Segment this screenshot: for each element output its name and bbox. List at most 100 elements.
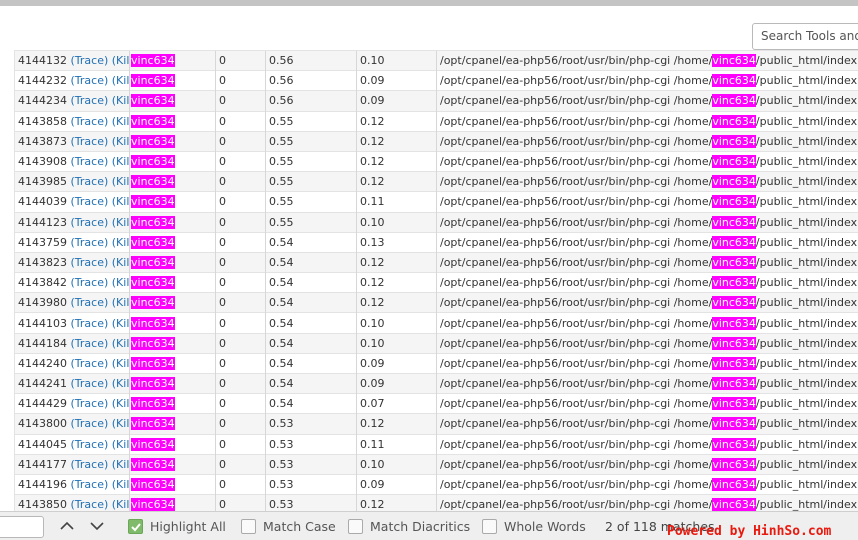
nice-cell: 0 <box>215 70 266 91</box>
trace-link[interactable]: (Trace) <box>71 417 109 430</box>
kill-link[interactable]: (Kill) <box>112 337 130 350</box>
kill-link[interactable]: (Kill) <box>112 74 130 87</box>
command-user-highlight: vinc634 <box>712 457 756 471</box>
trace-link[interactable]: (Trace) <box>71 236 109 249</box>
table-row: 4144232 (Trace) (Kill)vinc63400.560.09/o… <box>14 70 858 91</box>
pid-cell: 4144177 (Trace) (Kill) <box>14 453 130 475</box>
command-user-highlight: vinc634 <box>712 114 756 128</box>
kill-link[interactable]: (Kill) <box>112 195 130 208</box>
kill-link[interactable]: (Kill) <box>112 296 130 309</box>
trace-link[interactable]: (Trace) <box>71 498 109 511</box>
trace-link[interactable]: (Trace) <box>71 74 109 87</box>
cpu-cell: 0.55 <box>265 171 357 192</box>
command-user-highlight: vinc634 <box>712 94 756 108</box>
pid-cell: 4144045 (Trace) (Kill) <box>14 433 130 455</box>
owner-highlight: vinc634 <box>131 498 175 511</box>
match-diacritics-label[interactable]: Match Diacritics <box>370 519 470 534</box>
owner-highlight: vinc634 <box>131 195 175 209</box>
find-previous-button[interactable] <box>57 517 77 537</box>
trace-link[interactable]: (Trace) <box>71 458 109 471</box>
trace-link[interactable]: (Trace) <box>71 216 109 229</box>
trace-link[interactable]: (Trace) <box>71 94 109 107</box>
checkmark-icon <box>131 523 141 532</box>
command-cell: /opt/cpanel/ea-php56/root/usr/bin/php-cg… <box>436 372 858 394</box>
find-input[interactable] <box>0 516 44 538</box>
kill-link[interactable]: (Kill) <box>112 478 130 491</box>
kill-link[interactable]: (Kill) <box>112 155 130 168</box>
trace-link[interactable]: (Trace) <box>71 195 109 208</box>
trace-link[interactable]: (Trace) <box>71 478 109 491</box>
kill-link[interactable]: (Kill) <box>112 115 130 128</box>
trace-link[interactable]: (Trace) <box>71 155 109 168</box>
trace-link[interactable]: (Trace) <box>71 256 109 269</box>
command-user-highlight: vinc634 <box>712 235 756 249</box>
command-cell: /opt/cpanel/ea-php56/root/usr/bin/php-cg… <box>436 413 858 435</box>
owner-cell: vinc634 <box>129 130 216 152</box>
trace-link[interactable]: (Trace) <box>71 397 109 410</box>
trace-link[interactable]: (Trace) <box>71 135 109 148</box>
trace-link[interactable]: (Trace) <box>71 115 109 128</box>
kill-link[interactable]: (Kill) <box>112 397 130 410</box>
pid-cell: 4144039 (Trace) (Kill) <box>14 191 130 212</box>
mem-cell: 0.12 <box>356 171 437 192</box>
match-diacritics-checkbox[interactable] <box>348 519 363 534</box>
command-user-highlight: vinc634 <box>712 215 756 229</box>
search-tools-input[interactable]: Search Tools and <box>752 23 858 50</box>
kill-link[interactable]: (Kill) <box>112 458 130 471</box>
kill-link[interactable]: (Kill) <box>112 276 130 289</box>
kill-link[interactable]: (Kill) <box>112 94 130 107</box>
kill-link[interactable]: (Kill) <box>112 357 130 370</box>
match-case-checkbox[interactable] <box>241 519 256 534</box>
owner-highlight: vinc634 <box>131 114 175 128</box>
mem-cell: 0.12 <box>356 292 437 313</box>
kill-link[interactable]: (Kill) <box>112 498 130 511</box>
trace-link[interactable]: (Trace) <box>71 175 109 188</box>
kill-link[interactable]: (Kill) <box>112 54 130 67</box>
highlight-all-checkbox[interactable] <box>128 519 143 534</box>
kill-link[interactable]: (Kill) <box>112 256 130 269</box>
trace-link[interactable]: (Trace) <box>71 296 109 309</box>
kill-link[interactable]: (Kill) <box>112 377 130 390</box>
trace-link[interactable]: (Trace) <box>71 317 109 330</box>
header-bar: Search Tools and <box>0 6 858 55</box>
owner-cell: vinc634 <box>129 171 216 192</box>
kill-link[interactable]: (Kill) <box>112 175 130 188</box>
cpu-cell: 0.56 <box>265 50 357 71</box>
kill-link[interactable]: (Kill) <box>112 317 130 330</box>
owner-cell: vinc634 <box>129 191 216 212</box>
cpu-cell: 0.53 <box>265 433 357 455</box>
command-cell: /opt/cpanel/ea-php56/root/usr/bin/php-cg… <box>436 171 858 192</box>
pid-cell: 4144241 (Trace) (Kill) <box>14 372 130 394</box>
trace-link[interactable]: (Trace) <box>71 276 109 289</box>
pid-value: 4143842 <box>18 276 71 290</box>
command-user-highlight: vinc634 <box>712 498 756 511</box>
kill-link[interactable]: (Kill) <box>112 216 130 229</box>
trace-link[interactable]: (Trace) <box>71 337 109 350</box>
highlight-all-label[interactable]: Highlight All <box>150 519 226 534</box>
nice-cell: 0 <box>215 231 266 253</box>
cpu-cell: 0.55 <box>265 110 357 132</box>
nice-cell: 0 <box>215 312 266 334</box>
command-cell: /opt/cpanel/ea-php56/root/usr/bin/php-cg… <box>436 272 858 293</box>
whole-words-checkbox[interactable] <box>482 519 497 534</box>
kill-link[interactable]: (Kill) <box>112 135 130 148</box>
pid-value: 4143858 <box>18 114 71 128</box>
kill-link[interactable]: (Kill) <box>112 236 130 249</box>
kill-link[interactable]: (Kill) <box>112 417 130 430</box>
mem-cell: 0.07 <box>356 393 437 414</box>
trace-link[interactable]: (Trace) <box>71 54 109 67</box>
match-case-label[interactable]: Match Case <box>263 519 336 534</box>
trace-link[interactable]: (Trace) <box>71 357 109 370</box>
trace-link[interactable]: (Trace) <box>71 377 109 390</box>
watermark: Powered by HinhSo.com <box>667 524 832 539</box>
kill-link[interactable]: (Kill) <box>112 438 130 451</box>
pid-value: 4144177 <box>18 457 71 471</box>
table-row: 4144184 (Trace) (Kill)vinc63400.540.10/o… <box>14 332 858 354</box>
find-next-button[interactable] <box>87 517 107 537</box>
whole-words-label[interactable]: Whole Words <box>504 519 586 534</box>
trace-link[interactable]: (Trace) <box>71 438 109 451</box>
owner-highlight: vinc634 <box>131 155 175 169</box>
nice-cell: 0 <box>215 372 266 394</box>
chevron-up-icon <box>60 521 74 530</box>
table-row: 4144177 (Trace) (Kill)vinc63400.530.10/o… <box>14 453 858 475</box>
